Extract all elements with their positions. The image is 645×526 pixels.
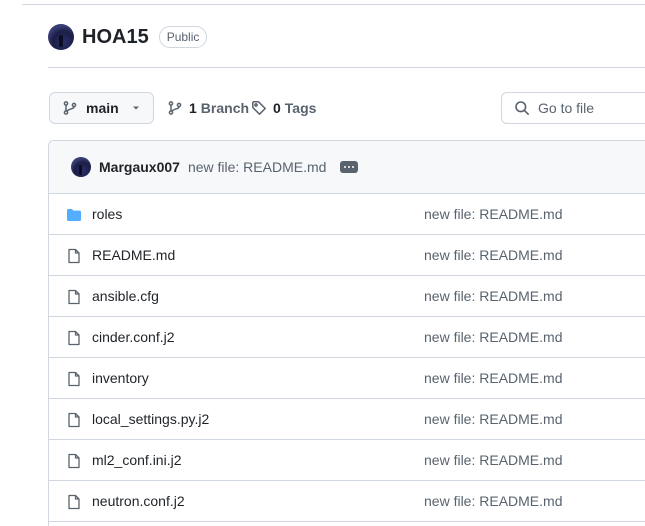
branches-label: Branch xyxy=(200,100,250,116)
tag-icon xyxy=(252,101,266,115)
file-name[interactable]: ansible.cfg xyxy=(92,288,159,304)
caret-down-icon xyxy=(132,106,139,110)
file-row[interactable]: roles new file: README.md xyxy=(49,194,645,235)
search-icon xyxy=(515,101,529,115)
go-to-file-search[interactable] xyxy=(501,92,645,124)
commit-author-avatar[interactable] xyxy=(71,157,91,177)
file-list: Margaux007 new file: README.md roles new… xyxy=(48,140,645,526)
ellipsis-dot xyxy=(352,166,355,168)
file-icon xyxy=(68,371,80,387)
top-divider xyxy=(22,4,645,5)
file-icon xyxy=(68,330,80,346)
file-name[interactable]: local_settings.py.j2 xyxy=(92,411,209,427)
visibility-badge: Public xyxy=(158,26,208,48)
latest-commit-bar: Margaux007 new file: README.md xyxy=(49,141,645,194)
file-commit-message[interactable]: new file: README.md xyxy=(424,370,562,386)
commit-message[interactable]: new file: README.md xyxy=(188,159,326,175)
file-name[interactable]: cinder.conf.j2 xyxy=(92,329,175,345)
file-row[interactable]: neutron.conf.j2 new file: README.md xyxy=(49,481,645,522)
file-commit-message[interactable]: new file: README.md xyxy=(424,452,562,468)
git-branch-icon xyxy=(63,101,77,115)
file-name[interactable]: README.md xyxy=(92,247,175,263)
commit-author[interactable]: Margaux007 xyxy=(99,159,180,175)
file-commit-message[interactable]: new file: README.md xyxy=(424,247,562,263)
ellipsis-dot xyxy=(348,166,351,168)
file-commit-message[interactable]: new file: README.md xyxy=(424,206,562,222)
file-icon xyxy=(68,453,80,469)
file-row[interactable]: inventory new file: README.md xyxy=(49,358,645,399)
branch-select-button[interactable]: main xyxy=(49,92,154,124)
tags-count: 0 xyxy=(273,100,281,116)
file-name[interactable]: neutron.conf.j2 xyxy=(92,493,185,509)
file-icon xyxy=(68,412,80,428)
file-commit-message[interactable]: new file: README.md xyxy=(424,411,562,427)
branch-name: main xyxy=(86,100,119,116)
commit-details-toggle-button[interactable] xyxy=(340,161,359,173)
branches-link[interactable]: 1 Branch xyxy=(167,92,249,124)
file-icon xyxy=(68,494,80,510)
file-icon xyxy=(68,248,80,264)
file-name[interactable]: roles xyxy=(92,206,122,222)
repo-header: HOA15 Public xyxy=(48,24,208,50)
file-commit-message[interactable]: new file: README.md xyxy=(424,288,562,304)
file-row[interactable]: ansible.cfg new file: README.md xyxy=(49,276,645,317)
owner-avatar[interactable] xyxy=(48,24,74,50)
repo-name[interactable]: HOA15 xyxy=(82,26,149,49)
tags-label: Tags xyxy=(284,100,317,116)
file-name[interactable]: ml2_conf.ini.j2 xyxy=(92,452,182,468)
file-commit-message[interactable]: new file: README.md xyxy=(424,329,562,345)
file-commit-message[interactable]: new file: README.md xyxy=(424,493,562,509)
file-row[interactable]: ml2_conf.ini.j2 new file: README.md xyxy=(49,440,645,481)
git-branch-icon xyxy=(168,101,182,115)
file-row[interactable]: cinder.conf.j2 new file: README.md xyxy=(49,317,645,358)
file-icon xyxy=(68,289,80,305)
branches-count: 1 xyxy=(189,100,197,116)
file-name[interactable]: inventory xyxy=(92,370,149,386)
file-row[interactable]: README.md new file: README.md xyxy=(49,235,645,276)
repo-toolbar: main 1 Branch 0 Tags xyxy=(49,92,645,124)
ellipsis-dot xyxy=(344,166,347,168)
folder-icon xyxy=(67,209,81,221)
file-row[interactable]: local_settings.py.j2 new file: README.md xyxy=(49,399,645,440)
go-to-file-input[interactable] xyxy=(538,100,638,116)
header-divider xyxy=(48,67,645,68)
tags-link[interactable]: 0 Tags xyxy=(251,92,316,124)
